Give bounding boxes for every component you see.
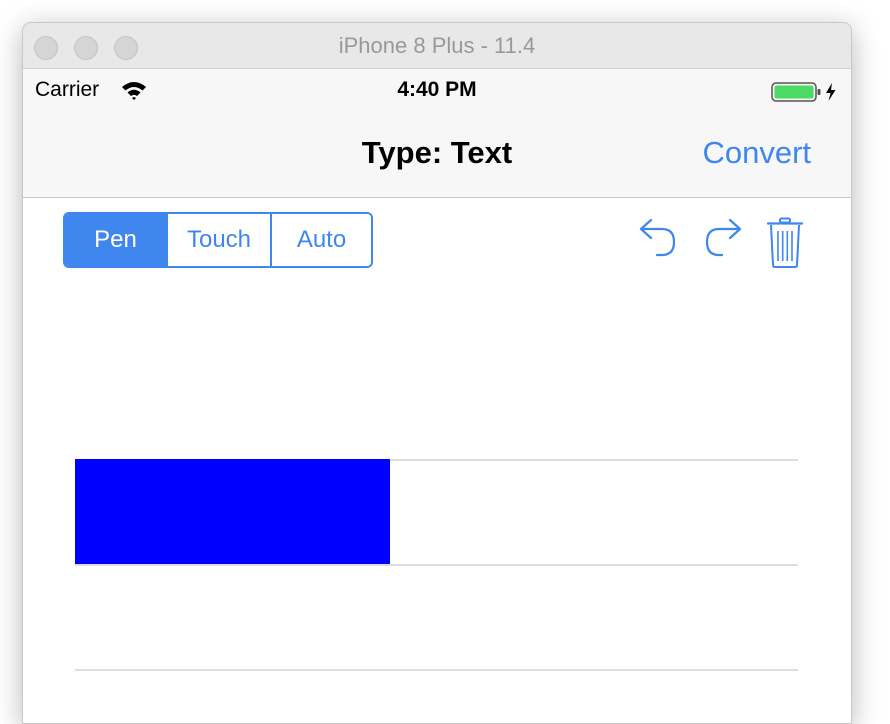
input-mode-segmented-control: Pen Touch Auto (63, 212, 373, 268)
mode-pen-segment[interactable]: Pen (65, 214, 166, 266)
status-bar: Carrier 4:40 PM (23, 69, 851, 111)
status-time: 4:40 PM (397, 78, 477, 101)
navigation-bar: Type: Text Convert (23, 111, 851, 198)
undo-arrow-icon (637, 218, 681, 265)
simulator-window: iPhone 8 Plus - 11.4 Carrier 4:40 PM Typ… (22, 22, 852, 724)
handwriting-canvas[interactable] (23, 283, 851, 723)
redo-button[interactable] (700, 217, 744, 266)
guide-line (75, 669, 798, 671)
window-titlebar: iPhone 8 Plus - 11.4 (23, 23, 851, 69)
redo-arrow-icon (700, 218, 744, 265)
undo-button[interactable] (637, 217, 681, 266)
battery-icon (771, 81, 843, 108)
ink-stroke (75, 459, 390, 564)
trash-icon (765, 217, 805, 273)
convert-button[interactable]: Convert (702, 135, 811, 171)
clear-button[interactable] (765, 217, 805, 274)
window-title: iPhone 8 Plus - 11.4 (338, 33, 536, 58)
guide-line (75, 564, 798, 566)
mode-auto-segment[interactable]: Auto (270, 214, 371, 266)
mode-touch-segment[interactable]: Touch (166, 214, 270, 266)
